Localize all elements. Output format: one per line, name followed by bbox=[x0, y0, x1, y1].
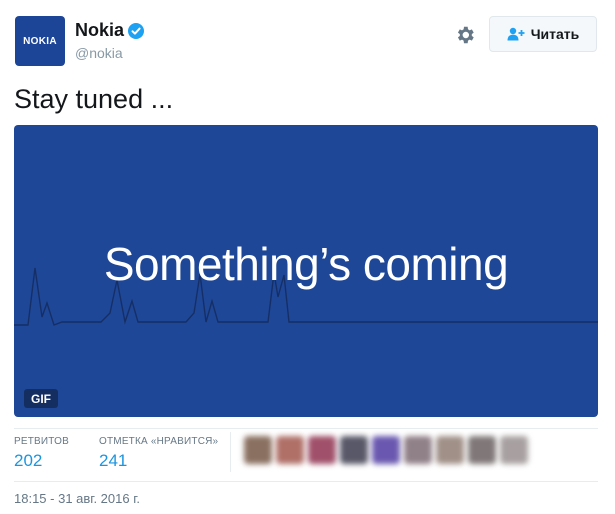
liker-avatar[interactable] bbox=[436, 436, 464, 464]
retweets-count: 202 bbox=[14, 451, 43, 470]
account-handle[interactable]: @nokia bbox=[75, 45, 123, 61]
liker-avatar[interactable] bbox=[244, 436, 272, 464]
verified-badge-icon bbox=[128, 23, 144, 39]
likes-stat[interactable]: ОТМЕТКА «НРАВИТСЯ» 241 bbox=[99, 436, 218, 471]
stats-top-divider bbox=[14, 428, 598, 429]
liker-avatar[interactable] bbox=[404, 436, 432, 464]
avatar-logo-text: NOKIA bbox=[23, 35, 57, 47]
follow-button-label: Читать bbox=[530, 26, 580, 42]
liker-avatar[interactable] bbox=[276, 436, 304, 464]
avatar[interactable]: NOKIA bbox=[15, 16, 65, 66]
liker-avatar[interactable] bbox=[468, 436, 496, 464]
likes-count: 241 bbox=[99, 451, 128, 470]
liker-avatar[interactable] bbox=[340, 436, 368, 464]
follow-button[interactable]: Читать bbox=[489, 16, 597, 52]
likes-label: ОТМЕТКА «НРАВИТСЯ» bbox=[99, 436, 219, 447]
gif-badge: GIF bbox=[24, 389, 58, 408]
liker-avatars bbox=[244, 436, 528, 464]
account-name[interactable]: Nokia bbox=[75, 20, 124, 41]
add-user-icon bbox=[507, 27, 525, 41]
retweets-stat[interactable]: РЕТВИТОВ 202 bbox=[14, 436, 69, 471]
tweet-timestamp[interactable]: 18:15 - 31 авг. 2016 г. bbox=[14, 491, 140, 506]
tweet-media-gif[interactable]: Something’s coming GIF bbox=[14, 125, 598, 417]
media-headline: Something’s coming bbox=[103, 238, 509, 290]
retweets-label: РЕТВИТОВ bbox=[14, 436, 70, 447]
gear-icon[interactable] bbox=[454, 24, 476, 46]
tweet-text: Stay tuned ... bbox=[14, 84, 174, 114]
stats-separator bbox=[230, 432, 231, 472]
liker-avatar[interactable] bbox=[372, 436, 400, 464]
liker-avatar[interactable] bbox=[500, 436, 528, 464]
liker-avatar[interactable] bbox=[308, 436, 336, 464]
stats-bottom-divider bbox=[14, 481, 598, 482]
